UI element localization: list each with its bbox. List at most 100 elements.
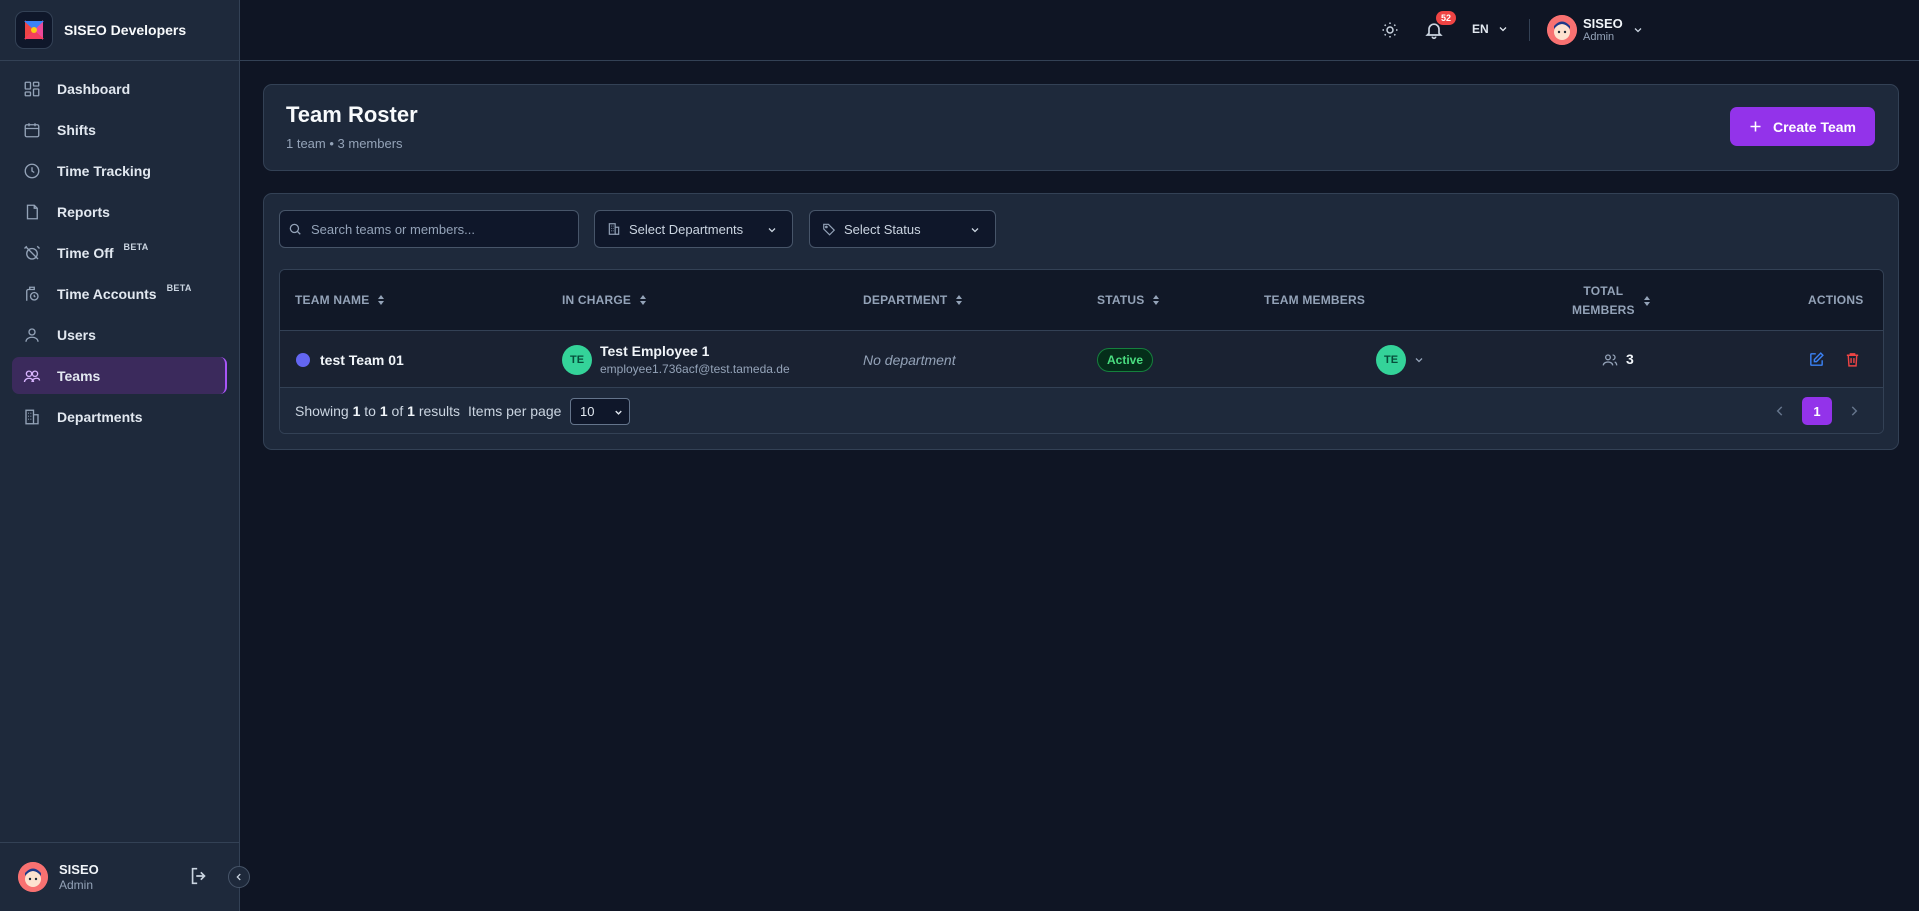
column-label: MEMBERS — [1572, 303, 1635, 317]
sort-icon — [956, 295, 963, 305]
in-charge-email: employee1.736acf@test.tameda.de — [600, 362, 790, 376]
sidebar-item-label: Time Off — [57, 244, 114, 261]
search-box[interactable] — [279, 210, 579, 248]
status-filter-label: Select Status — [844, 221, 921, 237]
results-text: to — [364, 403, 376, 419]
chevron-down-icon — [1499, 27, 1507, 32]
collapse-sidebar-button[interactable] — [228, 866, 250, 888]
column-actions: ACTIONS — [1808, 293, 1863, 307]
chevron-left-icon — [236, 873, 241, 881]
user-menu[interactable]: SISEO Admin — [1547, 15, 1644, 45]
beta-badge: BETA — [166, 282, 192, 293]
clock-icon — [24, 163, 40, 178]
results-to: 1 — [379, 403, 388, 419]
chevron-down-icon — [768, 228, 776, 233]
building-icon — [25, 409, 39, 424]
column-in-charge[interactable]: IN CHARGE — [562, 293, 648, 307]
sidebar-item-label: Departments — [57, 408, 143, 425]
column-label: TEAM NAME — [295, 293, 370, 307]
page-header: Team Roster 1 team • 3 members Create Te… — [263, 84, 1899, 171]
sidebar-item-reports[interactable]: Reports — [12, 193, 227, 230]
tag-icon — [823, 223, 836, 236]
results-text: of — [391, 403, 404, 419]
column-status[interactable]: STATUS — [1097, 293, 1161, 307]
users-icon — [23, 369, 41, 382]
users-icon — [1602, 354, 1618, 366]
sidebar-item-time-tracking[interactable]: Time Tracking — [12, 152, 227, 189]
sidebar-item-time-accounts[interactable]: Time Accounts BETA — [12, 275, 227, 312]
member-avatar[interactable]: TE — [1376, 345, 1406, 375]
departments-filter-label: Select Departments — [629, 221, 744, 237]
sidebar: SISEO Developers Dashboard Shifts Time T… — [0, 0, 240, 911]
chevron-down-icon — [615, 410, 622, 415]
plus-icon — [1750, 121, 1761, 132]
column-department[interactable]: DEPARTMENT — [863, 293, 964, 307]
edit-icon[interactable] — [1808, 351, 1825, 368]
departments-filter[interactable]: Select Departments — [594, 210, 793, 248]
logout-icon[interactable] — [188, 865, 210, 887]
chevron-down-icon — [1634, 28, 1642, 33]
column-label: IN CHARGE — [562, 293, 632, 307]
brand: SISEO Developers — [0, 0, 239, 61]
sidebar-item-label: Time Accounts — [57, 285, 157, 302]
column-label: STATUS — [1097, 293, 1145, 307]
sidebar-item-dashboard[interactable]: Dashboard — [12, 70, 227, 107]
chevron-left-icon[interactable] — [1773, 404, 1787, 418]
sidebar-item-users[interactable]: Users — [12, 316, 227, 353]
chevron-down-icon — [971, 228, 979, 233]
sidebar-item-departments[interactable]: Departments — [12, 398, 227, 435]
sidebar-item-teams[interactable]: Teams — [12, 357, 227, 394]
column-total-members[interactable]: TOTAL MEMBERS — [1572, 282, 1652, 320]
language-selector[interactable]: EN — [1472, 22, 1509, 36]
beta-badge: BETA — [123, 241, 149, 252]
sidebar-item-label: Time Tracking — [57, 162, 151, 179]
sidebar-item-shifts[interactable]: Shifts — [12, 111, 227, 148]
items-per-page-label: Items per page — [468, 403, 562, 419]
table-row[interactable]: test Team 01 TE Test Employee 1 employee… — [280, 331, 1883, 388]
team-color-dot — [296, 353, 310, 367]
sidebar-nav: Dashboard Shifts Time Tracking Reports T… — [0, 61, 239, 435]
report-icon — [26, 204, 38, 219]
in-charge-name: Test Employee 1 — [600, 343, 710, 359]
total-members-value: 3 — [1626, 351, 1634, 367]
sort-icon — [640, 295, 647, 305]
dashboard-icon — [24, 81, 40, 96]
teams-panel: Select Departments Select Status TEAM NA… — [263, 193, 1899, 450]
column-label: DEPARTMENT — [863, 293, 948, 307]
table-header: TEAM NAME IN CHARGE DEPARTMENT STATUS TE… — [280, 270, 1883, 331]
sidebar-item-label: Dashboard — [57, 80, 131, 97]
results-text: results — [418, 403, 461, 419]
sidebar-footer: SISEO Admin — [0, 842, 239, 911]
results-total: 1 — [407, 403, 415, 419]
brand-name: SISEO Developers — [64, 22, 187, 38]
column-label: TEAM MEMBERS — [1264, 293, 1366, 307]
theme-toggle-sun-icon[interactable] — [1381, 21, 1399, 39]
column-team-name[interactable]: TEAM NAME — [295, 293, 386, 307]
page-subtitle: 1 team • 3 members — [286, 136, 403, 151]
sidebar-item-label: Users — [57, 326, 96, 343]
sidebar-item-time-off[interactable]: Time Off BETA — [12, 234, 227, 271]
user-icon — [25, 327, 39, 342]
page-button-current[interactable]: 1 — [1802, 397, 1832, 425]
notification-count-badge: 52 — [1436, 11, 1456, 25]
teams-table: TEAM NAME IN CHARGE DEPARTMENT STATUS TE… — [279, 269, 1884, 434]
chevron-right-icon[interactable] — [1847, 404, 1861, 418]
column-team-members: TEAM MEMBERS — [1264, 293, 1365, 307]
chevron-down-icon[interactable] — [1413, 354, 1425, 366]
items-per-page-select[interactable]: 10 — [570, 398, 630, 425]
sort-icon — [378, 295, 385, 305]
time-account-icon — [26, 286, 39, 301]
results-from: 1 — [352, 403, 361, 419]
topbar-divider — [1529, 19, 1530, 41]
trash-icon[interactable] — [1844, 351, 1861, 368]
brand-logo[interactable] — [15, 11, 53, 49]
alarm-off-icon — [24, 245, 40, 260]
topbar-user-role: Admin — [1583, 31, 1615, 43]
search-input[interactable] — [311, 221, 571, 237]
create-team-button[interactable]: Create Team — [1729, 107, 1875, 146]
sidebar-item-label: Shifts — [57, 121, 96, 138]
footer-user-name: SISEO — [59, 862, 99, 877]
building-icon — [608, 223, 620, 235]
status-filter[interactable]: Select Status — [809, 210, 996, 248]
avatar[interactable] — [18, 862, 48, 892]
